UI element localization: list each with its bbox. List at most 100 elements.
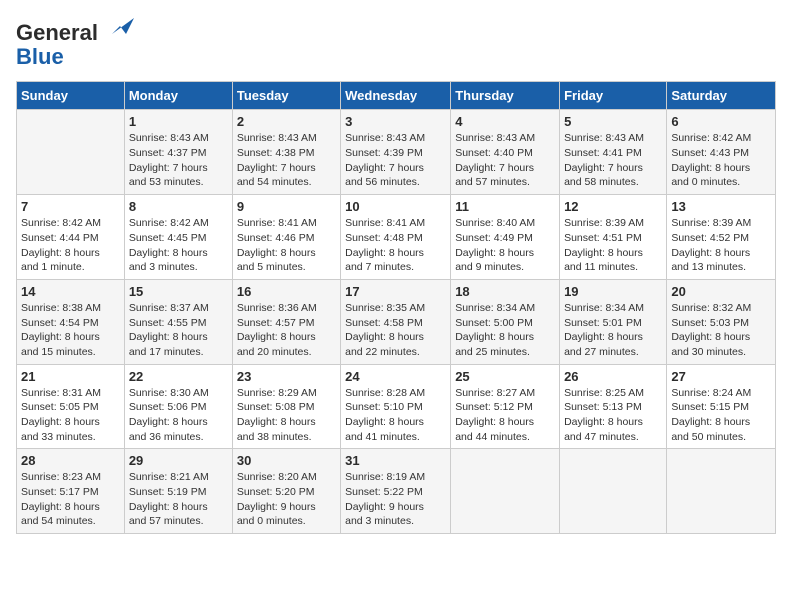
day-number: 26 (564, 369, 662, 384)
calendar-day-cell: 27 Sunrise: 8:24 AM Sunset: 5:15 PM Dayli… (667, 364, 776, 449)
calendar-day-cell: 26Sunrise: 8:25 AM Sunset: 5:13 PM Dayli… (560, 364, 667, 449)
empty-cell (451, 449, 560, 534)
calendar-day-cell: 19 Sunrise: 8:34 AM Sunset: 5:01 PM Dayli… (560, 279, 667, 364)
day-number: 31 (345, 453, 446, 468)
day-number: 8 (129, 199, 228, 214)
day-number: 19 (564, 284, 662, 299)
day-info: Sunrise: 8:36 AM Sunset: 4:57 PM Dayligh… (237, 301, 336, 360)
day-info: Sunrise: 8:21 AM Sunset: 5:19 PM Dayligh… (129, 470, 228, 529)
day-info: Sunrise: 8:29 AM Sunset: 5:08 PM Dayligh… (237, 386, 336, 445)
calendar-day-cell: 22 Sunrise: 8:30 AM Sunset: 5:06 PM Dayli… (124, 364, 232, 449)
calendar-day-cell: 17 Sunrise: 8:35 AM Sunset: 4:58 PM Dayli… (341, 279, 451, 364)
header-tuesday: Tuesday (232, 82, 340, 110)
calendar-day-cell: 29Sunrise: 8:21 AM Sunset: 5:19 PM Dayli… (124, 449, 232, 534)
day-info: Sunrise: 8:39 AM Sunset: 4:52 PM Dayligh… (671, 216, 771, 275)
header-saturday: Saturday (667, 82, 776, 110)
day-info: Sunrise: 8:42 AM Sunset: 4:44 PM Dayligh… (21, 216, 120, 275)
header-sunday: Sunday (17, 82, 125, 110)
calendar-day-cell: 31Sunrise: 8:19 AM Sunset: 5:22 PM Dayli… (341, 449, 451, 534)
day-info: Sunrise: 8:43 AM Sunset: 4:38 PM Dayligh… (237, 131, 336, 190)
day-info: Sunrise: 8:40 AM Sunset: 4:49 PM Dayligh… (455, 216, 555, 275)
day-number: 25 (455, 369, 555, 384)
day-info: Sunrise: 8:30 AM Sunset: 5:06 PM Dayligh… (129, 386, 228, 445)
day-number: 2 (237, 114, 336, 129)
calendar-table: SundayMondayTuesdayWednesdayThursdayFrid… (16, 81, 776, 534)
day-number: 30 (237, 453, 336, 468)
calendar-day-cell: 28Sunrise: 8:23 AM Sunset: 5:17 PM Dayli… (17, 449, 125, 534)
calendar-day-cell: 12 Sunrise: 8:39 AM Sunset: 4:51 PM Dayli… (560, 195, 667, 280)
logo-blue-text: Blue (16, 44, 64, 69)
page-header: General Blue (16, 16, 776, 69)
day-number: 24 (345, 369, 446, 384)
day-number: 12 (564, 199, 662, 214)
day-info: Sunrise: 8:24 AM Sunset: 5:15 PM Dayligh… (671, 386, 771, 445)
day-number: 6 (671, 114, 771, 129)
day-number: 14 (21, 284, 120, 299)
calendar-week-row: 1 Sunrise: 8:43 AM Sunset: 4:37 PM Daylig… (17, 110, 776, 195)
calendar-day-cell: 3Sunrise: 8:43 AM Sunset: 4:39 PM Daylig… (341, 110, 451, 195)
day-info: Sunrise: 8:20 AM Sunset: 5:20 PM Dayligh… (237, 470, 336, 529)
day-number: 17 (345, 284, 446, 299)
calendar-week-row: 7 Sunrise: 8:42 AM Sunset: 4:44 PM Daylig… (17, 195, 776, 280)
calendar-day-cell: 13 Sunrise: 8:39 AM Sunset: 4:52 PM Dayli… (667, 195, 776, 280)
day-number: 4 (455, 114, 555, 129)
day-info: Sunrise: 8:41 AM Sunset: 4:48 PM Dayligh… (345, 216, 446, 275)
header-thursday: Thursday (451, 82, 560, 110)
calendar-day-cell: 8 Sunrise: 8:42 AM Sunset: 4:45 PM Daylig… (124, 195, 232, 280)
calendar-day-cell: 11 Sunrise: 8:40 AM Sunset: 4:49 PM Dayli… (451, 195, 560, 280)
day-number: 9 (237, 199, 336, 214)
calendar-day-cell: 16 Sunrise: 8:36 AM Sunset: 4:57 PM Dayli… (232, 279, 340, 364)
logo-general-text: General (16, 20, 98, 45)
calendar-day-cell: 18 Sunrise: 8:34 AM Sunset: 5:00 PM Dayli… (451, 279, 560, 364)
calendar-day-cell: 21 Sunrise: 8:31 AM Sunset: 5:05 PM Dayli… (17, 364, 125, 449)
calendar-week-row: 14 Sunrise: 8:38 AM Sunset: 4:54 PM Dayli… (17, 279, 776, 364)
calendar-day-cell: 4 Sunrise: 8:43 AM Sunset: 4:40 PM Daylig… (451, 110, 560, 195)
day-info: Sunrise: 8:32 AM Sunset: 5:03 PM Dayligh… (671, 301, 771, 360)
day-number: 21 (21, 369, 120, 384)
day-number: 13 (671, 199, 771, 214)
day-info: Sunrise: 8:41 AM Sunset: 4:46 PM Dayligh… (237, 216, 336, 275)
day-number: 23 (237, 369, 336, 384)
day-info: Sunrise: 8:43 AM Sunset: 4:41 PM Dayligh… (564, 131, 662, 190)
day-number: 16 (237, 284, 336, 299)
calendar-day-cell: 14 Sunrise: 8:38 AM Sunset: 4:54 PM Dayli… (17, 279, 125, 364)
day-number: 18 (455, 284, 555, 299)
day-info: Sunrise: 8:35 AM Sunset: 4:58 PM Dayligh… (345, 301, 446, 360)
calendar-day-cell: 2 Sunrise: 8:43 AM Sunset: 4:38 PM Daylig… (232, 110, 340, 195)
calendar-week-row: 28Sunrise: 8:23 AM Sunset: 5:17 PM Dayli… (17, 449, 776, 534)
logo-bird-icon (106, 12, 134, 40)
day-number: 5 (564, 114, 662, 129)
day-info: Sunrise: 8:43 AM Sunset: 4:40 PM Dayligh… (455, 131, 555, 190)
day-info: Sunrise: 8:31 AM Sunset: 5:05 PM Dayligh… (21, 386, 120, 445)
calendar-day-cell: 7 Sunrise: 8:42 AM Sunset: 4:44 PM Daylig… (17, 195, 125, 280)
calendar-week-row: 21 Sunrise: 8:31 AM Sunset: 5:05 PM Dayli… (17, 364, 776, 449)
header-friday: Friday (560, 82, 667, 110)
day-number: 27 (671, 369, 771, 384)
day-number: 22 (129, 369, 228, 384)
day-number: 28 (21, 453, 120, 468)
calendar-header-row: SundayMondayTuesdayWednesdayThursdayFrid… (17, 82, 776, 110)
day-info: Sunrise: 8:28 AM Sunset: 5:10 PM Dayligh… (345, 386, 446, 445)
day-info: Sunrise: 8:38 AM Sunset: 4:54 PM Dayligh… (21, 301, 120, 360)
day-number: 11 (455, 199, 555, 214)
day-number: 7 (21, 199, 120, 214)
empty-cell (560, 449, 667, 534)
day-number: 15 (129, 284, 228, 299)
day-number: 20 (671, 284, 771, 299)
day-info: Sunrise: 8:34 AM Sunset: 5:00 PM Dayligh… (455, 301, 555, 360)
day-info: Sunrise: 8:39 AM Sunset: 4:51 PM Dayligh… (564, 216, 662, 275)
day-number: 1 (129, 114, 228, 129)
day-info: Sunrise: 8:42 AM Sunset: 4:45 PM Dayligh… (129, 216, 228, 275)
header-wednesday: Wednesday (341, 82, 451, 110)
calendar-day-cell: 1 Sunrise: 8:43 AM Sunset: 4:37 PM Daylig… (124, 110, 232, 195)
calendar-day-cell: 24 Sunrise: 8:28 AM Sunset: 5:10 PM Dayli… (341, 364, 451, 449)
calendar-day-cell: 6Sunrise: 8:42 AM Sunset: 4:43 PM Daylig… (667, 110, 776, 195)
calendar-day-cell: 5 Sunrise: 8:43 AM Sunset: 4:41 PM Daylig… (560, 110, 667, 195)
calendar-day-cell: 23 Sunrise: 8:29 AM Sunset: 5:08 PM Dayli… (232, 364, 340, 449)
calendar-day-cell: 30 Sunrise: 8:20 AM Sunset: 5:20 PM Dayli… (232, 449, 340, 534)
day-info: Sunrise: 8:34 AM Sunset: 5:01 PM Dayligh… (564, 301, 662, 360)
logo: General Blue (16, 16, 134, 69)
calendar-day-cell: 10Sunrise: 8:41 AM Sunset: 4:48 PM Dayli… (341, 195, 451, 280)
day-info: Sunrise: 8:43 AM Sunset: 4:37 PM Dayligh… (129, 131, 228, 190)
calendar-day-cell: 25Sunrise: 8:27 AM Sunset: 5:12 PM Dayli… (451, 364, 560, 449)
